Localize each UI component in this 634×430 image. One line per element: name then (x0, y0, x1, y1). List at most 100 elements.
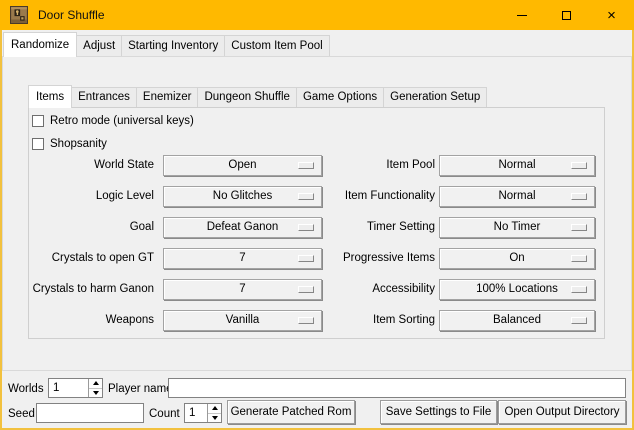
item-sorting-dropdown[interactable]: Balanced (439, 310, 595, 331)
items-pane: Retro mode (universal keys) Shopsanity W… (28, 107, 605, 339)
tab-dungeon-shuffle[interactable]: Dungeon Shuffle (197, 87, 296, 107)
item-sorting-value: Balanced (493, 314, 541, 326)
tab-starting-inventory[interactable]: Starting Inventory (121, 35, 225, 56)
minimize-icon (517, 15, 527, 16)
item-pool-label: Item Pool (322, 155, 439, 176)
crystals-gt-value: 7 (239, 252, 245, 264)
menu-indicator-icon (571, 224, 587, 231)
item-pool-value: Normal (498, 159, 535, 171)
menu-indicator-icon (571, 286, 587, 293)
randomize-sub-tab-bar: Items Entrances Enemizer Dungeon Shuffle… (28, 84, 486, 107)
timer-setting-label: Timer Setting (322, 217, 439, 238)
tab-randomize[interactable]: Randomize (3, 32, 77, 57)
worlds-value[interactable]: 1 (49, 379, 88, 397)
spin-down-icon (212, 416, 218, 420)
weapons-label: Weapons (29, 310, 163, 331)
progressive-items-dropdown[interactable]: On (439, 248, 595, 269)
tab-generation-setup[interactable]: Generation Setup (383, 87, 487, 107)
spin-up-button[interactable] (89, 379, 102, 389)
open-output-directory-button[interactable]: Open Output Directory (498, 400, 626, 424)
weapons-dropdown[interactable]: Vanilla (163, 310, 322, 331)
shopsanity-label: Shopsanity (50, 138, 107, 150)
window-body: Randomize Adjust Starting Inventory Cust… (2, 30, 632, 428)
main-tab-bar: Randomize Adjust Starting Inventory Cust… (3, 31, 329, 56)
retro-mode-checkbox[interactable]: Retro mode (universal keys) (32, 112, 194, 130)
menu-indicator-icon (571, 162, 587, 169)
save-settings-button[interactable]: Save Settings to File (380, 400, 497, 424)
world-state-label: World State (29, 155, 163, 176)
item-functionality-dropdown[interactable]: Normal (439, 186, 595, 207)
titlebar[interactable]: Door Shuffle × (0, 0, 634, 30)
logic-level-dropdown[interactable]: No Glitches (163, 186, 322, 207)
menu-indicator-icon (571, 255, 587, 262)
count-value[interactable]: 1 (185, 404, 207, 422)
door-icon (10, 6, 28, 24)
count-spinner[interactable]: 1 (184, 403, 222, 423)
menu-indicator-icon (298, 286, 314, 293)
item-sorting-label: Item Sorting (322, 310, 439, 331)
timer-setting-dropdown[interactable]: No Timer (439, 217, 595, 238)
checkbox-box-icon (32, 138, 44, 150)
maximize-button[interactable] (544, 0, 589, 30)
item-functionality-value: Normal (498, 190, 535, 202)
menu-indicator-icon (571, 193, 587, 200)
window-controls: × (499, 0, 634, 30)
app-window: Door Shuffle × Randomize Adjust Starting… (0, 0, 634, 430)
accessibility-dropdown[interactable]: 100% Locations (439, 279, 595, 300)
world-state-value: Open (228, 159, 256, 171)
count-spinner-buttons (207, 404, 221, 422)
options-grid: World State Open Item Pool Normal Logic … (29, 155, 595, 331)
item-pool-dropdown[interactable]: Normal (439, 155, 595, 176)
seed-input[interactable] (36, 403, 144, 423)
logic-level-label: Logic Level (29, 186, 163, 207)
tab-items[interactable]: Items (28, 85, 72, 108)
generate-patched-rom-button[interactable]: Generate Patched Rom (227, 400, 355, 424)
spin-down-icon (93, 391, 99, 395)
menu-indicator-icon (298, 255, 314, 262)
spin-up-icon (93, 381, 99, 385)
goal-label: Goal (29, 217, 163, 238)
menu-indicator-icon (298, 224, 314, 231)
menu-indicator-icon (298, 162, 314, 169)
accessibility-value: 100% Locations (476, 283, 558, 295)
worlds-spinner[interactable]: 1 (48, 378, 103, 398)
tab-game-options[interactable]: Game Options (296, 87, 384, 107)
crystals-ganon-dropdown[interactable]: 7 (163, 279, 322, 300)
timer-setting-value: No Timer (494, 221, 541, 233)
menu-indicator-icon (298, 317, 314, 324)
worlds-label: Worlds (8, 379, 44, 399)
logic-level-value: No Glitches (213, 190, 272, 202)
crystals-gt-dropdown[interactable]: 7 (163, 248, 322, 269)
progressive-items-label: Progressive Items (322, 248, 439, 269)
accessibility-label: Accessibility (322, 279, 439, 300)
crystals-ganon-label: Crystals to harm Ganon (29, 279, 163, 300)
weapons-value: Vanilla (226, 314, 260, 326)
tab-adjust[interactable]: Adjust (76, 35, 122, 56)
player-names-input[interactable] (168, 378, 626, 398)
minimize-button[interactable] (499, 0, 544, 30)
randomize-pane: Items Entrances Enemizer Dungeon Shuffle… (2, 56, 632, 371)
tab-custom-item-pool[interactable]: Custom Item Pool (224, 35, 329, 56)
crystals-ganon-value: 7 (239, 283, 245, 295)
worlds-spinner-buttons (88, 379, 102, 397)
tab-entrances[interactable]: Entrances (71, 87, 137, 107)
shopsanity-checkbox[interactable]: Shopsanity (32, 135, 107, 153)
world-state-dropdown[interactable]: Open (163, 155, 322, 176)
item-functionality-label: Item Functionality (322, 186, 439, 207)
close-button[interactable]: × (589, 0, 634, 30)
close-icon: × (607, 8, 616, 23)
count-label: Count (149, 404, 180, 424)
crystals-gt-label: Crystals to open GT (29, 248, 163, 269)
spin-up-button[interactable] (208, 404, 221, 414)
menu-indicator-icon (298, 193, 314, 200)
spin-down-button[interactable] (208, 414, 221, 423)
checkbox-box-icon (32, 115, 44, 127)
menu-indicator-icon (571, 317, 587, 324)
goal-dropdown[interactable]: Defeat Ganon (163, 217, 322, 238)
progressive-items-value: On (509, 252, 524, 264)
spin-down-button[interactable] (89, 389, 102, 398)
window-title: Door Shuffle (38, 8, 105, 22)
tab-enemizer[interactable]: Enemizer (136, 87, 199, 107)
goal-value: Defeat Ganon (207, 221, 279, 233)
maximize-icon (562, 11, 571, 20)
